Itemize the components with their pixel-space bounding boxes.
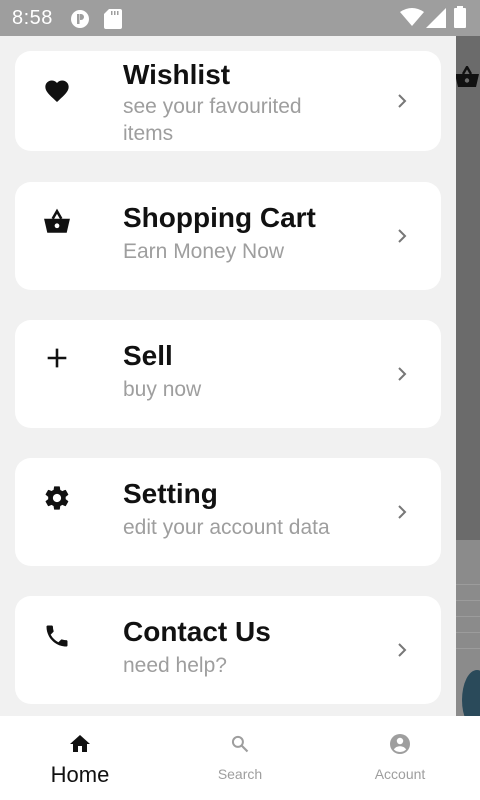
app-notification-icon — [71, 10, 89, 28]
plus-icon — [47, 348, 67, 368]
chevron-right-icon — [398, 505, 407, 519]
nav-item-search[interactable]: Search — [160, 716, 320, 800]
menu-item-subtitle: Earn Money Now — [123, 240, 285, 263]
phone-icon — [46, 625, 68, 647]
background-divider — [456, 632, 480, 633]
menu-item-contact-us[interactable]: Contact Us need help? — [15, 596, 441, 704]
battery-icon — [454, 6, 466, 28]
nav-label-home: Home — [50, 762, 110, 787]
chevron-right-icon — [398, 643, 407, 657]
gear-icon — [45, 486, 69, 510]
nav-item-account[interactable]: Account — [320, 716, 480, 800]
cellular-signal-icon — [426, 8, 446, 28]
background-divider — [456, 584, 480, 585]
nav-label-search: Search — [217, 766, 263, 782]
sd-card-icon — [104, 9, 122, 29]
menu-item-setting[interactable]: Setting edit your account data — [15, 458, 441, 566]
home-icon — [70, 735, 90, 752]
background-divider — [456, 600, 480, 601]
menu-item-sell[interactable]: Sell buy now — [15, 320, 441, 428]
menu-item-wishlist[interactable]: Wishlist see your favourited items — [15, 51, 441, 151]
nav-item-home[interactable]: Home — [0, 716, 160, 800]
chevron-right-icon — [398, 367, 407, 381]
menu-item-title: Setting — [123, 478, 218, 509]
nav-label-account: Account — [374, 766, 426, 782]
menu-item-title: Wishlist — [123, 59, 231, 90]
bottom-navigation: Home Search Account — [0, 716, 480, 800]
shopping-basket-icon — [44, 208, 70, 233]
background-divider — [456, 648, 480, 649]
account-icon — [390, 734, 410, 754]
status-bar: 8:58 — [0, 0, 480, 36]
status-time: 8:58 — [12, 7, 53, 29]
background-divider — [456, 616, 480, 617]
chevron-right-icon — [398, 94, 407, 108]
menu-item-subtitle: buy now — [123, 378, 202, 401]
menu-item-title: Contact Us — [123, 616, 271, 647]
search-icon — [231, 735, 249, 753]
menu-item-subtitle: edit your account data — [123, 516, 330, 539]
chevron-right-icon — [398, 229, 407, 243]
heart-icon — [45, 80, 69, 102]
menu-item-title: Sell — [123, 340, 173, 371]
menu-item-subtitle: see your favourited items — [123, 95, 302, 145]
wifi-icon — [400, 8, 424, 26]
navigation-drawer: Wishlist see your favourited items Shopp… — [0, 36, 456, 716]
shopping-basket-icon[interactable] — [454, 66, 480, 88]
menu-item-title: Shopping Cart — [123, 202, 316, 233]
menu-item-shopping-cart[interactable]: Shopping Cart Earn Money Now — [15, 182, 441, 290]
menu-item-subtitle: need help? — [123, 654, 227, 677]
